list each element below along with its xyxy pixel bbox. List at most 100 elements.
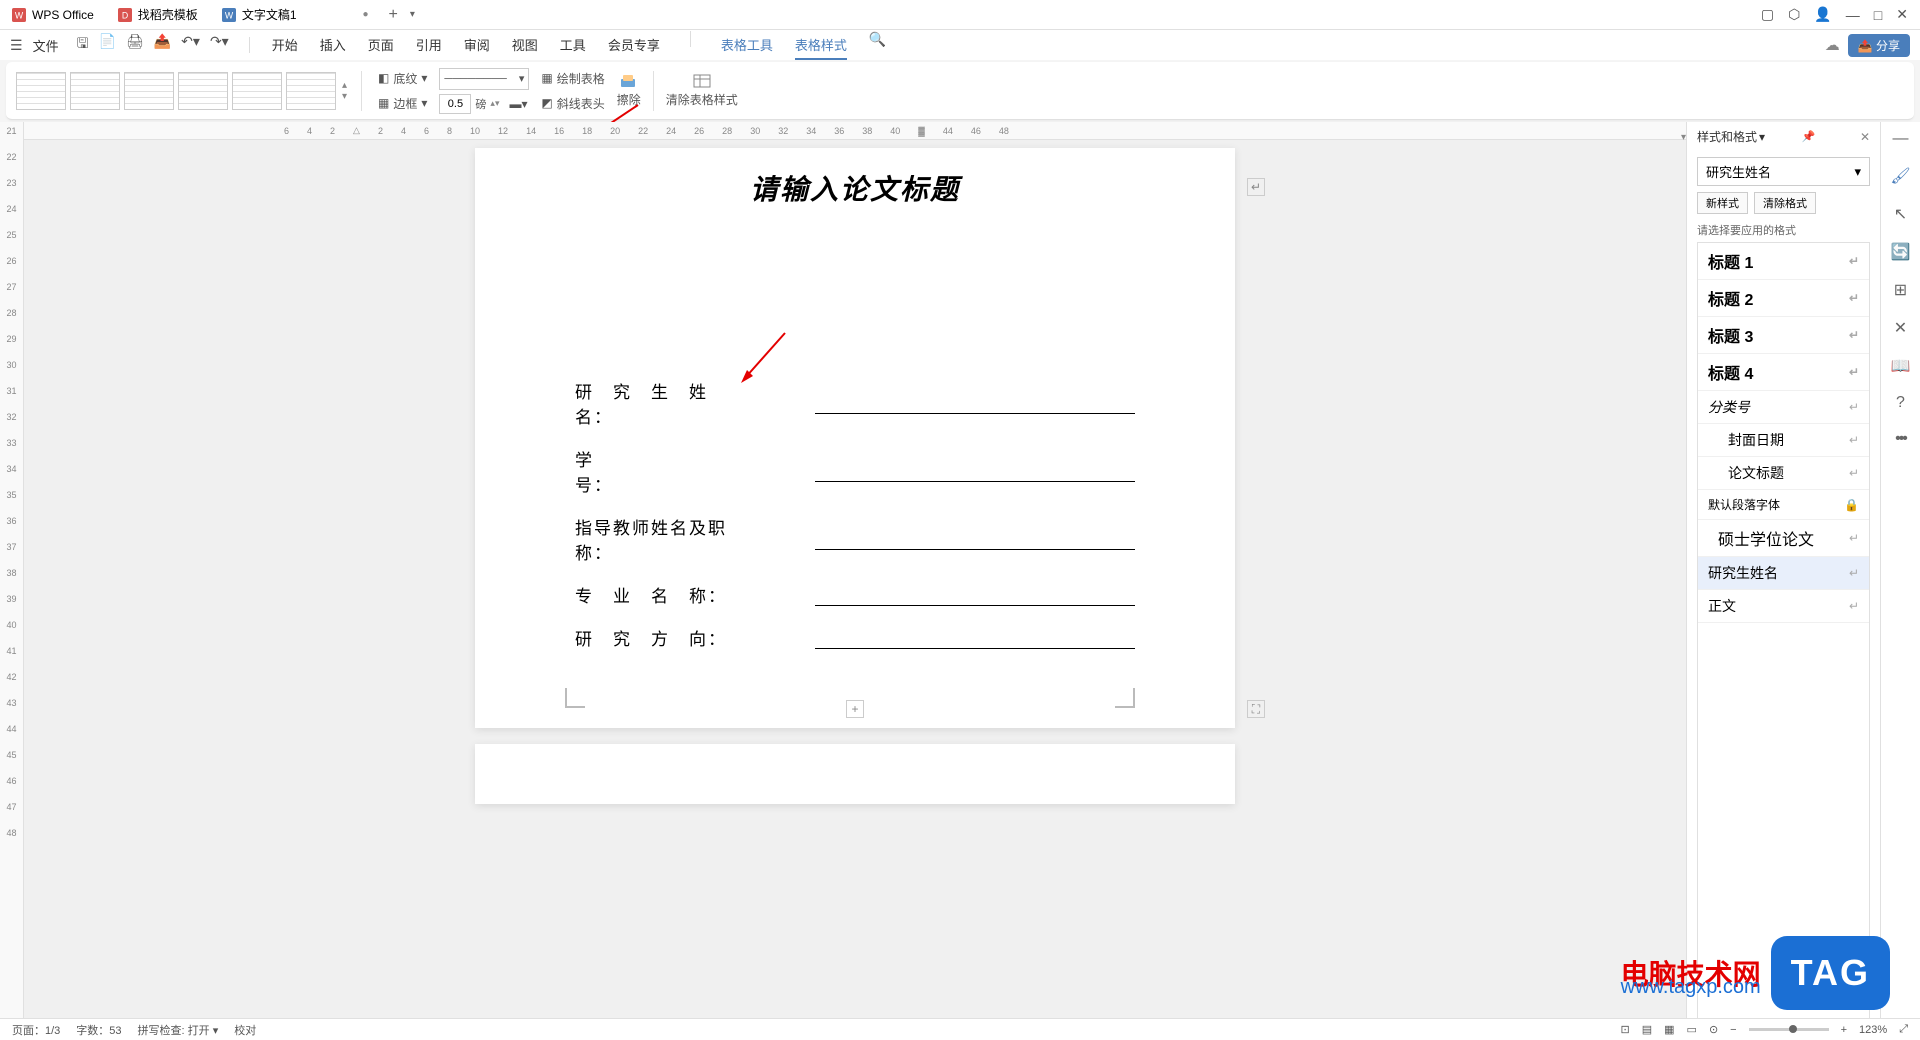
tab-review[interactable]: 审阅 xyxy=(464,31,490,60)
word-count[interactable]: 字数：53 xyxy=(76,1022,121,1038)
new-tab-button[interactable]: + xyxy=(381,6,406,24)
redo-icon[interactable]: ↷▾ xyxy=(210,33,229,57)
tab-template[interactable]: D 找稻壳模板 xyxy=(106,0,210,29)
page-status[interactable]: 页面：1/3 xyxy=(12,1022,60,1038)
dropdown-icon[interactable]: ▾ xyxy=(1759,130,1765,144)
cloud-icon[interactable]: ☁ xyxy=(1825,36,1840,54)
current-style-select[interactable]: 研究生姓名 ▾ xyxy=(1697,157,1870,186)
book-icon[interactable]: 📖 xyxy=(1891,356,1911,376)
page-marker-expand[interactable]: ⛶ xyxy=(1247,700,1265,718)
form-row-id[interactable]: 学 号： xyxy=(575,446,1135,496)
style-thesis-title[interactable]: 论文标题↵ xyxy=(1698,457,1869,490)
table-style-5[interactable] xyxy=(232,72,282,110)
gallery-scroll[interactable]: ▴▾ xyxy=(340,72,349,110)
proof-status[interactable]: 校对 xyxy=(234,1022,256,1038)
input-line[interactable] xyxy=(815,584,1135,606)
tab-document[interactable]: W 文字文稿1 ● xyxy=(210,0,381,29)
pen-color-button[interactable]: ▬▾ xyxy=(509,97,527,111)
input-line[interactable] xyxy=(815,627,1135,649)
tab-start[interactable]: 开始 xyxy=(272,31,298,60)
draw-table-button[interactable]: ▦ 绘制表格 xyxy=(537,68,608,89)
grid-icon[interactable]: ⊞ xyxy=(1894,280,1907,300)
view-icon-3[interactable]: ▦ xyxy=(1664,1023,1674,1036)
table-style-1[interactable] xyxy=(16,72,66,110)
help-icon[interactable]: ? xyxy=(1896,394,1905,412)
table-style-2[interactable] xyxy=(70,72,120,110)
new-style-button[interactable]: 新样式 xyxy=(1697,192,1748,214)
export-icon[interactable]: 📤 xyxy=(154,33,171,57)
view-icon-2[interactable]: ▤ xyxy=(1642,1023,1652,1036)
tab-table-tools[interactable]: 表格工具 xyxy=(721,31,773,60)
tab-wps-office[interactable]: W WPS Office xyxy=(0,0,106,29)
brush-icon[interactable]: 🖌 xyxy=(1890,166,1910,186)
page-title[interactable]: 请输入论文标题 xyxy=(575,168,1135,208)
more-icon[interactable]: ••• xyxy=(1895,430,1906,448)
input-line[interactable] xyxy=(815,528,1135,550)
zoom-in[interactable]: + xyxy=(1841,1024,1847,1036)
style-heading3[interactable]: 标题 3↵ xyxy=(1698,317,1869,354)
print-preview-icon[interactable]: 📄 xyxy=(99,33,116,57)
shading-button[interactable]: ◧ 底纹 ▾ xyxy=(374,68,431,89)
file-menu[interactable]: 文件 xyxy=(27,36,65,55)
tab-insert[interactable]: 插入 xyxy=(320,31,346,60)
window-icon-1[interactable]: ▢ xyxy=(1761,6,1774,23)
print-icon[interactable]: 🖨 xyxy=(126,33,144,57)
page-2[interactable] xyxy=(475,744,1235,804)
input-line[interactable] xyxy=(815,392,1135,414)
tab-dropdown[interactable]: ▾ xyxy=(406,9,419,20)
clear-format-button[interactable]: 清除格式 xyxy=(1754,192,1816,214)
page-marker-add[interactable]: + xyxy=(846,700,864,718)
scrollbar-indicator[interactable]: ▾ xyxy=(1681,132,1686,143)
close-panel-icon[interactable]: ✕ xyxy=(1860,130,1870,144)
style-heading1[interactable]: 标题 1↵ xyxy=(1698,243,1869,280)
form-row-direction[interactable]: 研 究 方 向： xyxy=(575,625,1135,650)
tab-page[interactable]: 页面 xyxy=(368,31,394,60)
zoom-out[interactable]: − xyxy=(1730,1024,1736,1036)
tools-icon[interactable]: ✕ xyxy=(1894,318,1907,338)
border-button[interactable]: ▦ 边框 ▾ xyxy=(374,93,431,114)
share-button[interactable]: 📤 分享 xyxy=(1848,34,1910,57)
line-style-select[interactable]: ────────▾ xyxy=(439,68,529,90)
tab-table-style[interactable]: 表格样式 xyxy=(795,31,847,60)
page-1[interactable]: 请输入论文标题 ↵ 研 究 生 姓 名： 学 号： 指导教师姓名及职称： 专 业… xyxy=(475,148,1235,728)
form-row-name[interactable]: 研 究 生 姓 名： xyxy=(575,378,1135,428)
minimize-button[interactable]: — xyxy=(1846,7,1860,23)
style-body[interactable]: 正文↵ xyxy=(1698,590,1869,623)
pin-icon[interactable]: 📌 xyxy=(1802,130,1816,143)
line-width-input[interactable] xyxy=(439,94,471,114)
table-style-gallery[interactable]: ▴▾ xyxy=(16,72,349,110)
view-icon-4[interactable]: ▭ xyxy=(1687,1023,1697,1036)
style-default-font[interactable]: 默认段落字体🔒 xyxy=(1698,490,1869,520)
table-style-6[interactable] xyxy=(286,72,336,110)
hamburger-icon[interactable]: ☰ xyxy=(10,37,23,54)
erase-button[interactable]: 擦除 xyxy=(617,73,641,108)
view-icon-1[interactable]: ⊡ xyxy=(1621,1023,1630,1036)
tab-view[interactable]: 视图 xyxy=(512,31,538,60)
avatar-icon[interactable]: 👤 xyxy=(1814,6,1831,23)
page-marker-tr[interactable]: ↵ xyxy=(1247,178,1265,196)
form-row-major[interactable]: 专 业 名 称： xyxy=(575,582,1135,607)
style-grad-name[interactable]: 研究生姓名↵ xyxy=(1698,557,1869,590)
maximize-button[interactable]: □ xyxy=(1874,7,1882,23)
close-button[interactable]: ✕ xyxy=(1896,6,1908,23)
form-row-advisor[interactable]: 指导教师姓名及职称： xyxy=(575,514,1135,564)
table-style-3[interactable] xyxy=(124,72,174,110)
zoom-value[interactable]: 123% xyxy=(1859,1024,1887,1036)
style-category[interactable]: 分类号↵ xyxy=(1698,391,1869,424)
sync-icon[interactable]: 🔄 xyxy=(1891,242,1911,262)
diagonal-header-button[interactable]: ◩ 斜线表头 xyxy=(537,93,608,114)
style-masters-thesis[interactable]: 硕士学位论文↵ xyxy=(1698,520,1869,557)
table-style-4[interactable] xyxy=(178,72,228,110)
style-list[interactable]: 标题 1↵ 标题 2↵ 标题 3↵ 标题 4↵ 分类号↵ 封面日期↵ 论文标题↵… xyxy=(1697,242,1870,1022)
spell-check-status[interactable]: 拼写检查: 打开 ▾ xyxy=(138,1022,219,1038)
zoom-slider[interactable] xyxy=(1749,1028,1829,1031)
undo-icon[interactable]: ↶▾ xyxy=(181,33,200,57)
document-area[interactable]: 642△246810121416182022242628303234363840… xyxy=(24,122,1686,1022)
search-icon[interactable]: 🔍 xyxy=(869,31,886,60)
window-icon-2[interactable]: ⬡ xyxy=(1788,6,1800,23)
cursor-icon[interactable]: ↖ xyxy=(1894,204,1907,224)
style-heading2[interactable]: 标题 2↵ xyxy=(1698,280,1869,317)
clear-table-style-button[interactable]: 清除表格样式 xyxy=(666,73,738,108)
expand-icon[interactable]: ⤢ xyxy=(1899,1023,1908,1036)
tab-reference[interactable]: 引用 xyxy=(416,31,442,60)
